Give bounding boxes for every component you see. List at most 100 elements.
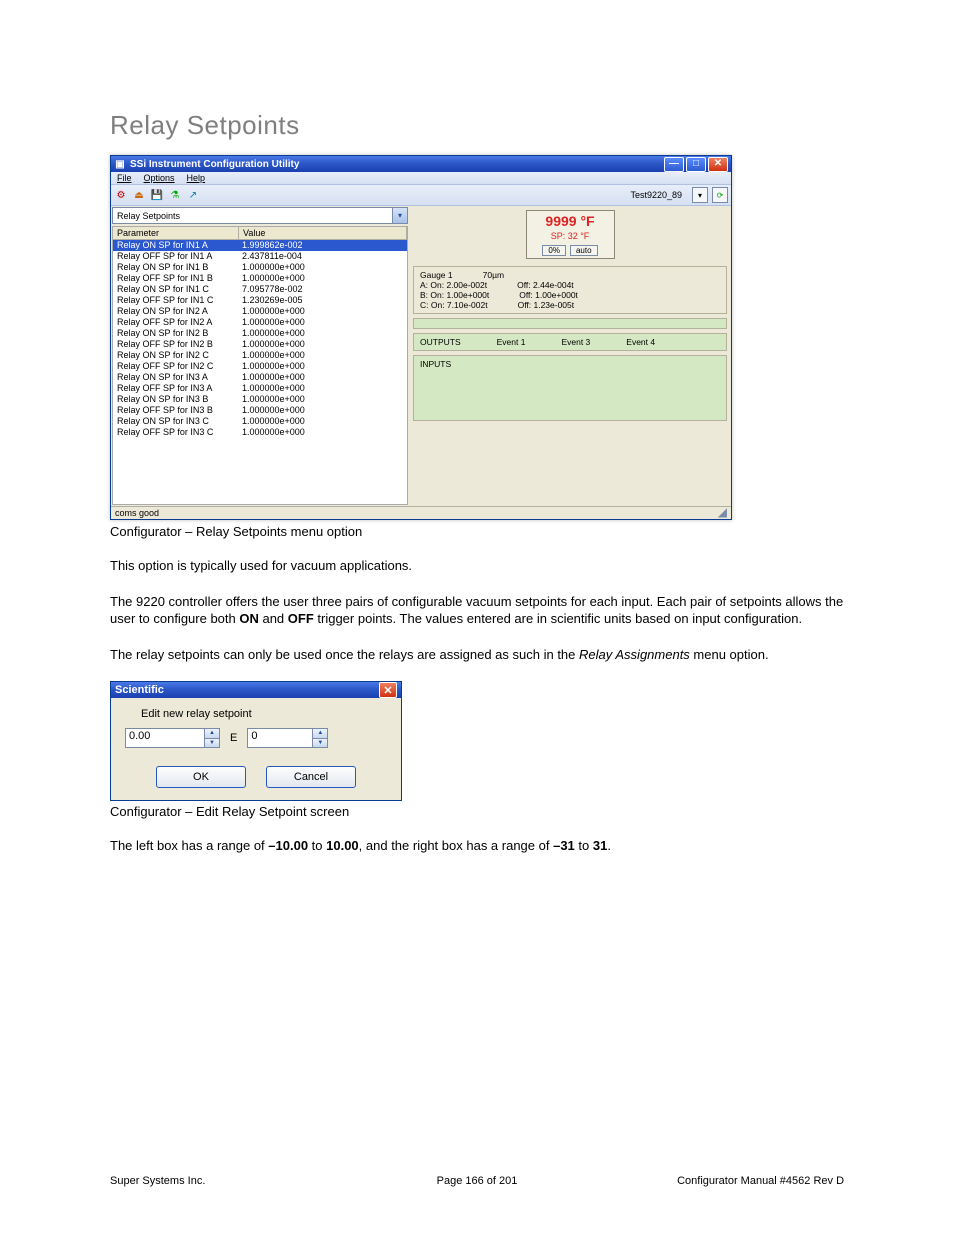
cancel-button[interactable]: Cancel (266, 766, 356, 788)
paragraph-2: The 9220 controller offers the user thre… (110, 593, 844, 628)
right-pane: 9999 °F SP: 32 °F 0% auto Gauge 170µm A:… (409, 206, 731, 506)
close-button[interactable]: ✕ (708, 157, 728, 172)
row-value: 1.000000e+000 (238, 273, 407, 284)
left-pane: Relay Setpoints ▾ Parameter Value Relay … (111, 206, 409, 506)
row-param: Relay ON SP for IN2 B (113, 328, 238, 339)
paragraph-3: The relay setpoints can only be used onc… (110, 646, 844, 664)
table-row[interactable]: Relay ON SP for IN2 A1.000000e+000 (113, 306, 407, 317)
row-param: Relay ON SP for IN2 A (113, 306, 238, 317)
system-dropdown[interactable]: ▾ (692, 187, 708, 203)
row-param: Relay OFF SP for IN3 B (113, 405, 238, 416)
dialog-titlebar[interactable]: Scientific ✕ (111, 682, 401, 698)
table-row[interactable]: Relay ON SP for IN2 C1.000000e+000 (113, 350, 407, 361)
figure-caption-2: Configurator – Edit Relay Setpoint scree… (110, 804, 844, 819)
chevron-down-icon[interactable]: ▾ (392, 208, 407, 223)
section-combo[interactable]: Relay Setpoints ▾ (112, 207, 408, 224)
save-icon[interactable]: 💾 (150, 188, 164, 202)
row-param: Relay OFF SP for IN1 C (113, 295, 238, 306)
paragraph-1: This option is typically used for vacuum… (110, 557, 844, 575)
row-value: 2.437811e-004 (238, 251, 407, 262)
dialog-prompt: Edit new relay setpoint (141, 708, 387, 720)
refresh-icon[interactable]: ⟳ (712, 187, 728, 203)
row-param: Relay ON SP for IN3 A (113, 372, 238, 383)
table-row[interactable]: Relay ON SP for IN1 C7.095778e-002 (113, 284, 407, 295)
table-row[interactable]: Relay OFF SP for IN3 C1.000000e+000 (113, 427, 407, 438)
row-value: 1.230269e-005 (238, 295, 407, 306)
grid-header-value[interactable]: Value (239, 227, 407, 239)
gauge-line: B: On: 1.00e+000tOff: 1.00e+000t (420, 290, 720, 300)
spinner-up-icon[interactable]: ▲ (313, 729, 327, 739)
exponent-label: E (230, 732, 237, 744)
gauge-unit: 70µm (483, 270, 504, 280)
spinner-down-icon[interactable]: ▼ (313, 739, 327, 748)
row-value: 1.000000e+000 (238, 383, 407, 394)
menu-options[interactable]: Options (144, 173, 175, 183)
ok-button[interactable]: OK (156, 766, 246, 788)
row-param: Relay ON SP for IN1 B (113, 262, 238, 273)
mantissa-value[interactable]: 0.00 (126, 729, 204, 747)
menu-file[interactable]: File (117, 173, 132, 183)
table-row[interactable]: Relay ON SP for IN1 B1.000000e+000 (113, 262, 407, 273)
outputs-block: OUTPUTS Event 1 Event 3 Event 4 (413, 333, 727, 351)
table-row[interactable]: Relay OFF SP for IN2 C1.000000e+000 (113, 361, 407, 372)
table-row[interactable]: Relay ON SP for IN2 B1.000000e+000 (113, 328, 407, 339)
minimize-button[interactable]: — (664, 157, 684, 172)
row-value: 1.000000e+000 (238, 262, 407, 273)
mode-button[interactable]: auto (570, 245, 598, 256)
row-value: 1.000000e+000 (238, 427, 407, 438)
table-row[interactable]: Relay OFF SP for IN3 B1.000000e+000 (113, 405, 407, 416)
spinner-down-icon[interactable]: ▼ (205, 739, 219, 748)
dialog-close-button[interactable]: ✕ (379, 682, 397, 698)
disconnect-icon[interactable]: ⏏ (132, 188, 146, 202)
app-icon: ▣ (114, 158, 126, 170)
combo-text: Relay Setpoints (117, 211, 180, 221)
table-row[interactable]: Relay ON SP for IN3 B1.000000e+000 (113, 394, 407, 405)
inputs-block: INPUTS (413, 355, 727, 421)
window-title: SSi Instrument Configuration Utility (130, 159, 299, 170)
page-footer: Super Systems Inc. Page 166 of 201 Confi… (110, 1175, 844, 1187)
spinner-up-icon[interactable]: ▲ (205, 729, 219, 739)
gauge-block: Gauge 170µm A: On: 2.00e-002tOff: 2.44e-… (413, 266, 727, 314)
grid-header-parameter[interactable]: Parameter (113, 227, 239, 239)
status-text: coms good (115, 508, 718, 518)
settings-icon[interactable]: ⚗ (168, 188, 182, 202)
resize-grip-icon[interactable]: ◢ (718, 508, 727, 518)
table-row[interactable]: Relay OFF SP for IN1 A2.437811e-004 (113, 251, 407, 262)
row-param: Relay ON SP for IN1 C (113, 284, 238, 295)
setpoint-grid: Parameter Value Relay ON SP for IN1 A1.9… (112, 226, 408, 505)
row-param: Relay ON SP for IN2 C (113, 350, 238, 361)
app-window: ▣ SSi Instrument Configuration Utility —… (110, 155, 732, 520)
titlebar[interactable]: ▣ SSi Instrument Configuration Utility —… (111, 156, 731, 172)
event-4: Event 4 (626, 337, 655, 347)
table-row[interactable]: Relay ON SP for IN1 A1.999862e-002 (113, 240, 407, 251)
table-row[interactable]: Relay OFF SP for IN3 A1.000000e+000 (113, 383, 407, 394)
maximize-button[interactable]: □ (686, 157, 706, 172)
row-value: 1.999862e-002 (238, 240, 407, 251)
system-name-label: Test9220_89 (630, 190, 682, 200)
exponent-value[interactable]: 0 (248, 729, 312, 747)
output-percent-button[interactable]: 0% (542, 245, 566, 256)
row-param: Relay ON SP for IN3 B (113, 394, 238, 405)
row-param: Relay ON SP for IN1 A (113, 240, 238, 251)
table-row[interactable]: Relay OFF SP for IN2 B1.000000e+000 (113, 339, 407, 350)
table-row[interactable]: Relay ON SP for IN3 C1.000000e+000 (113, 416, 407, 427)
export-icon[interactable]: ↗ (186, 188, 200, 202)
row-value: 1.000000e+000 (238, 339, 407, 350)
footer-right: Configurator Manual #4562 Rev D (599, 1175, 844, 1187)
menu-help[interactable]: Help (187, 173, 206, 183)
table-row[interactable]: Relay OFF SP for IN2 A1.000000e+000 (113, 317, 407, 328)
mantissa-spinner[interactable]: 0.00 ▲▼ (125, 728, 220, 748)
table-row[interactable]: Relay OFF SP for IN1 C1.230269e-005 (113, 295, 407, 306)
connect-icon[interactable]: ⚙ (114, 188, 128, 202)
table-row[interactable]: Relay ON SP for IN3 A1.000000e+000 (113, 372, 407, 383)
outputs-label: OUTPUTS (420, 337, 461, 347)
row-value: 1.000000e+000 (238, 372, 407, 383)
row-param: Relay OFF SP for IN2 C (113, 361, 238, 372)
table-row[interactable]: Relay OFF SP for IN1 B1.000000e+000 (113, 273, 407, 284)
exponent-spinner[interactable]: 0 ▲▼ (247, 728, 328, 748)
row-param: Relay OFF SP for IN3 A (113, 383, 238, 394)
page-heading: Relay Setpoints (110, 110, 844, 141)
event-3: Event 3 (561, 337, 590, 347)
pv-temperature: 9999 °F (533, 213, 608, 229)
sp-temperature: SP: 32 °F (533, 231, 608, 241)
